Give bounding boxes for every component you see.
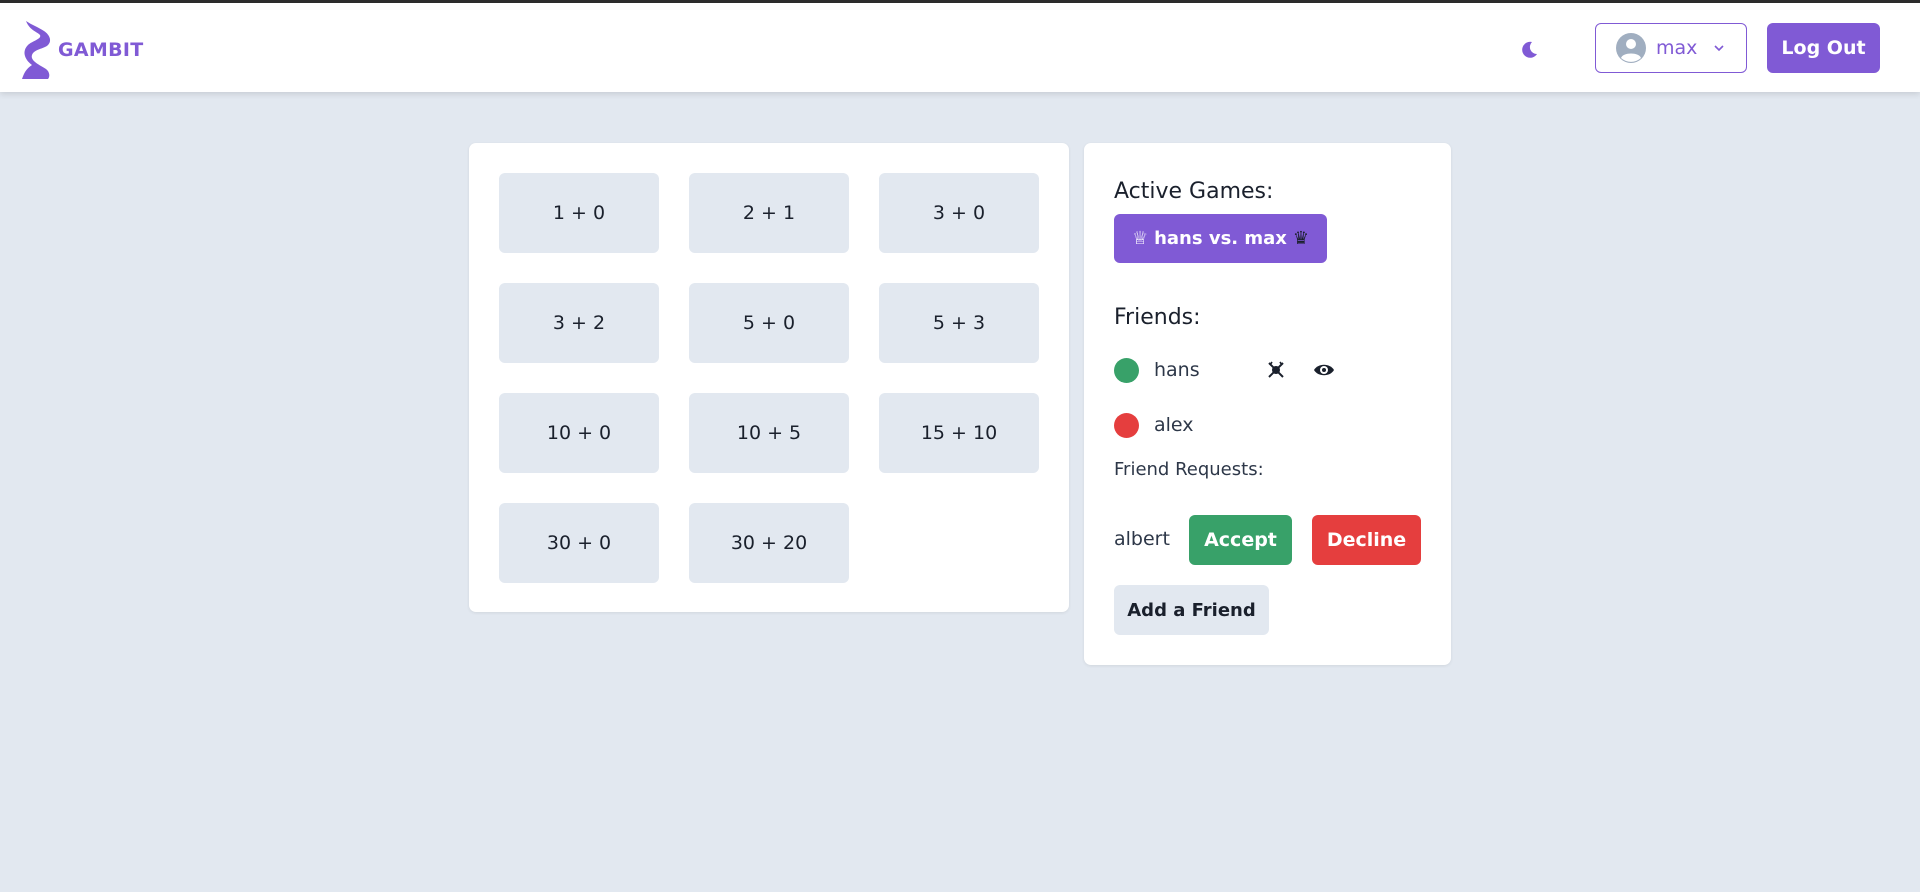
offline-status-dot: [1114, 412, 1139, 438]
online-status-dot: [1114, 357, 1139, 383]
friend-row: hans: [1114, 356, 1414, 384]
user-avatar-icon: [1616, 33, 1646, 63]
chevron-down-icon: [1713, 44, 1725, 52]
friend-requests-heading: Friend Requests:: [1114, 459, 1264, 480]
friend-name: hans: [1154, 359, 1200, 381]
black-queen-icon: ♛: [1292, 228, 1310, 249]
decline-request-button[interactable]: Decline: [1312, 515, 1421, 565]
white-queen-icon: ♕: [1131, 228, 1149, 249]
active-game-button[interactable]: ♕ hans vs. max ♛: [1114, 214, 1327, 263]
time-control-button[interactable]: 3 + 0: [879, 173, 1039, 253]
accept-request-button[interactable]: Accept: [1189, 515, 1292, 565]
moon-icon: [1522, 41, 1537, 58]
time-control-button[interactable]: 10 + 0: [499, 393, 659, 473]
time-control-button[interactable]: 3 + 2: [499, 283, 659, 363]
friend-row: alex: [1114, 411, 1414, 439]
active-games-heading: Active Games:: [1114, 179, 1274, 204]
user-menu-button[interactable]: max: [1595, 23, 1747, 73]
knight-logo-icon: [22, 21, 51, 79]
social-panel: Active Games: ♕ hans vs. max ♛ Friends: …: [1084, 143, 1451, 665]
time-control-button[interactable]: 5 + 3: [879, 283, 1039, 363]
top-navbar: GAMBIT max Log Out: [0, 3, 1920, 92]
time-control-button[interactable]: 10 + 5: [689, 393, 849, 473]
time-control-panel: 1 + 0 2 + 1 3 + 0 3 + 2 5 + 0 5 + 3 10 +…: [469, 143, 1069, 612]
time-control-button[interactable]: 1 + 0: [499, 173, 659, 253]
time-control-button[interactable]: 5 + 0: [689, 283, 849, 363]
gambit-logo[interactable]: GAMBIT: [20, 19, 144, 79]
time-control-button[interactable]: 30 + 0: [499, 503, 659, 583]
spectate-eye-icon[interactable]: [1312, 358, 1336, 382]
friends-heading: Friends:: [1114, 305, 1201, 330]
time-control-button[interactable]: 15 + 10: [879, 393, 1039, 473]
friend-name: alex: [1154, 414, 1194, 436]
username-label: max: [1656, 37, 1698, 59]
active-game-label: hans vs. max: [1154, 228, 1287, 249]
logout-button[interactable]: Log Out: [1767, 23, 1880, 73]
logo-text: GAMBIT: [58, 39, 144, 61]
time-control-button[interactable]: 30 + 20: [689, 503, 849, 583]
request-sender-name: albert: [1114, 528, 1170, 550]
add-friend-button[interactable]: Add a Friend: [1114, 585, 1269, 635]
time-control-button[interactable]: 2 + 1: [689, 173, 849, 253]
theme-toggle-button[interactable]: [1516, 37, 1542, 63]
challenge-icon[interactable]: [1264, 358, 1288, 382]
